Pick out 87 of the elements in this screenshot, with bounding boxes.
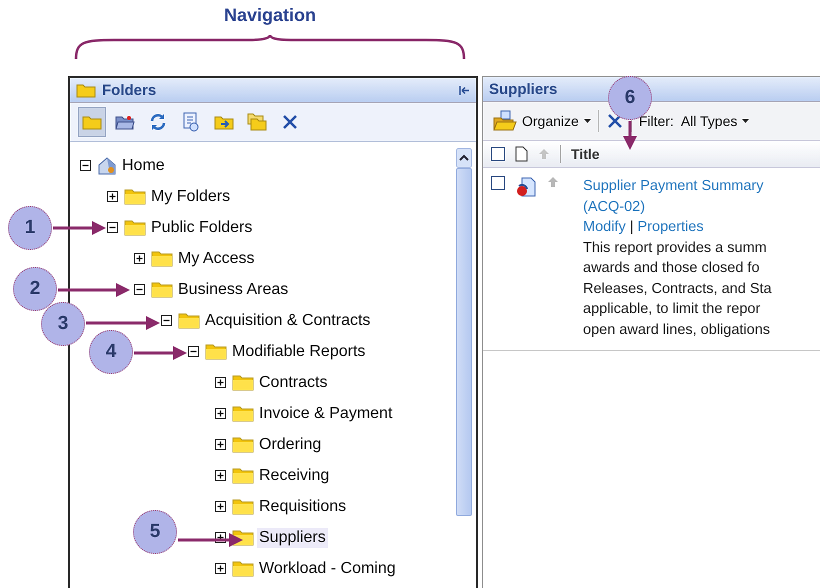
collapse-icon[interactable] <box>161 315 172 326</box>
folder-icon <box>124 188 146 205</box>
delete-icon[interactable] <box>606 112 624 130</box>
callout-arrow <box>178 533 243 547</box>
folder-icon <box>205 343 227 360</box>
folder-icon <box>232 498 254 515</box>
callout-number: 4 <box>89 330 133 374</box>
expand-icon[interactable] <box>215 470 226 481</box>
tree-item[interactable]: Workload - Coming <box>257 558 398 578</box>
callout-number: 5 <box>133 510 177 554</box>
folder-icon <box>232 467 254 484</box>
caret-icon <box>742 119 750 123</box>
collapse-icon[interactable] <box>80 160 91 171</box>
home-icon <box>97 156 117 176</box>
tree-item[interactable]: Ordering <box>257 434 324 454</box>
expand-icon[interactable] <box>215 408 226 419</box>
organize-button[interactable]: Organize <box>493 110 591 132</box>
tree-item[interactable]: Invoice & Payment <box>257 404 394 424</box>
report-icon <box>515 176 537 198</box>
report-link[interactable]: Supplier Payment Summary <box>583 176 772 196</box>
folder-icon <box>232 436 254 453</box>
report-code[interactable]: (ACQ-02) <box>583 196 772 217</box>
row-checkbox[interactable] <box>491 176 505 190</box>
select-all-checkbox[interactable] <box>491 147 505 161</box>
tree-item[interactable]: Business Areas <box>176 280 290 300</box>
separator: | <box>630 218 634 237</box>
caret-icon <box>584 119 591 123</box>
folder-icon <box>232 560 254 577</box>
folder-icon <box>151 281 173 298</box>
callout-arrow <box>58 283 130 297</box>
properties-link[interactable]: Properties <box>638 217 704 238</box>
callout-arrow <box>134 346 187 360</box>
tree-item[interactable]: Acquisition & Contracts <box>203 310 372 330</box>
up-arrow-icon <box>538 148 550 160</box>
column-header[interactable]: Title <box>571 146 600 162</box>
copy-folder-icon <box>247 113 267 131</box>
open-folder-icon <box>115 113 135 131</box>
description-line: Releases, Contracts, and Sta <box>583 280 772 298</box>
callout-number: 1 <box>8 206 52 250</box>
expand-icon[interactable] <box>215 377 226 388</box>
collapse-icon[interactable] <box>188 346 199 357</box>
tree-item[interactable]: Receiving <box>257 466 332 486</box>
tree-item[interactable]: Modifiable Reports <box>230 342 368 362</box>
panel-title: Folders <box>102 82 156 98</box>
description-line: awards and those closed fo <box>583 259 761 278</box>
tree-item[interactable]: Suppliers <box>257 528 328 548</box>
modify-link[interactable]: Modify <box>583 217 626 238</box>
description-line: applicable, to limit the repor <box>583 300 762 319</box>
callout-number: 3 <box>41 302 85 346</box>
tree-item[interactable]: My Folders <box>149 186 232 206</box>
folder-icon <box>76 82 96 98</box>
expand-icon[interactable] <box>107 191 118 202</box>
annotation-label: Navigation <box>224 5 316 26</box>
tree-item[interactable]: Home <box>120 156 167 176</box>
folder-icon <box>178 312 200 329</box>
expand-icon[interactable] <box>215 501 226 512</box>
delete-icon <box>281 113 299 131</box>
callout-arrow <box>53 221 106 235</box>
tree-item[interactable]: Public Folders <box>149 218 254 238</box>
panel-title: Suppliers <box>489 80 558 98</box>
expand-icon[interactable] <box>215 563 226 574</box>
scroll-thumb[interactable] <box>456 168 472 516</box>
collapse-icon[interactable] <box>107 222 118 233</box>
collapse-panel-icon[interactable] <box>459 84 470 96</box>
document-icon <box>515 146 528 162</box>
folder-icon <box>232 374 254 391</box>
folder-icon <box>151 250 173 267</box>
scroll-up-icon[interactable] <box>456 148 472 168</box>
callout-number: 2 <box>13 267 57 311</box>
folder-icon <box>124 219 146 236</box>
description-line: This report provides a summ <box>583 238 768 258</box>
folder-icon <box>232 405 254 422</box>
open-folder-icon <box>493 110 517 132</box>
collapse-icon[interactable] <box>134 284 145 295</box>
properties-icon <box>182 112 200 132</box>
description-line: open award lines, obligations <box>583 320 772 340</box>
tree-item[interactable]: Requisitions <box>257 496 348 516</box>
move-folder-icon <box>214 114 234 130</box>
filter-dropdown[interactable]: All Types <box>680 113 750 129</box>
tree-item[interactable]: My Access <box>176 248 256 268</box>
up-arrow-icon <box>547 176 559 188</box>
tree-item[interactable]: Contracts <box>257 372 330 392</box>
refresh-icon <box>149 113 167 131</box>
expand-icon[interactable] <box>134 253 145 264</box>
callout-arrow <box>623 121 637 150</box>
expand-icon[interactable] <box>215 439 226 450</box>
folder-icon <box>82 114 102 130</box>
